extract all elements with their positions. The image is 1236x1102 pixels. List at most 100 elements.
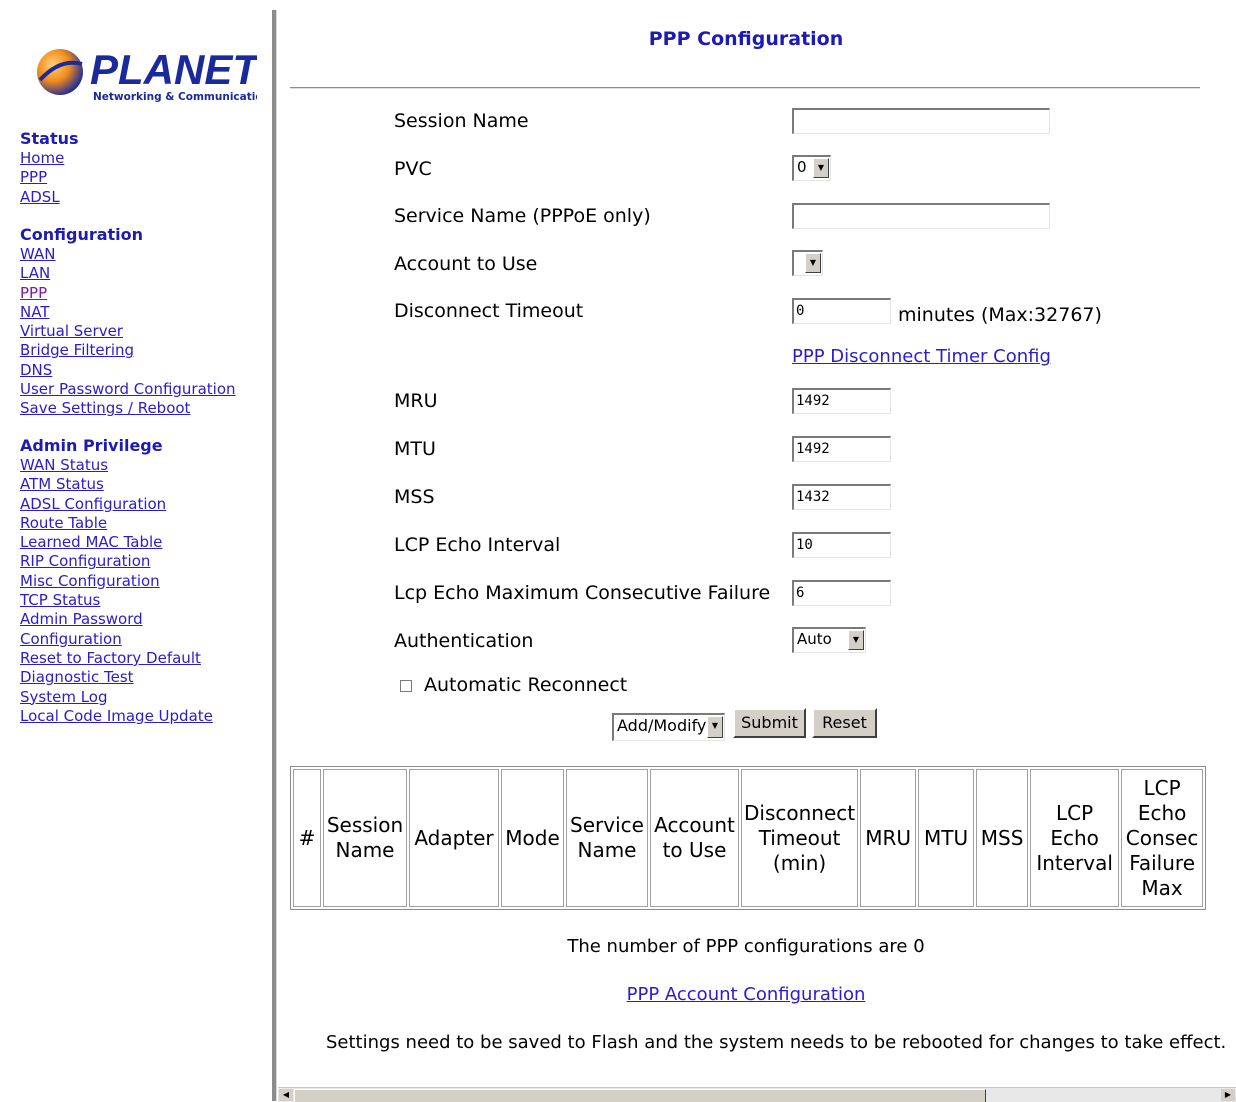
authentication-select[interactable]: Auto ▼ (792, 627, 866, 653)
nav-link-lan[interactable]: LAN (20, 264, 236, 283)
nav-admin-group: Admin Privilege WAN Status ATM Status AD… (20, 436, 213, 726)
nav-link-virtual-server[interactable]: Virtual Server (20, 322, 236, 341)
svg-text:PLANET: PLANET (90, 46, 257, 93)
authentication-dropdown-arrow-icon[interactable]: ▼ (848, 630, 864, 650)
title-divider (290, 87, 1200, 89)
auto-reconnect-checkbox[interactable] (400, 680, 412, 692)
main-frame: PPP Configuration Session Name PVC 0 ▼ S… (278, 10, 1236, 1101)
authentication-label: Authentication (394, 630, 534, 652)
mss-label: MSS (394, 486, 435, 508)
action-dropdown-arrow-icon[interactable]: ▼ (707, 716, 723, 738)
nav-link-dns[interactable]: DNS (20, 361, 236, 380)
nav-heading-admin: Admin Privilege (20, 436, 163, 455)
unit-suffix: ) (1094, 304, 1102, 326)
service-name-label: Service Name (PPPoE only) (394, 205, 651, 227)
mru-input[interactable]: 1492 (792, 388, 891, 414)
action-select[interactable]: Add/Modify ▼ (612, 713, 725, 741)
disconnect-timeout-label: Disconnect Timeout (394, 300, 584, 322)
action-value: Add/Modify (617, 716, 707, 735)
account-dropdown-arrow-icon[interactable]: ▼ (805, 253, 821, 273)
nav-link-adsl-configuration[interactable]: ADSL Configuration (20, 495, 213, 514)
nav-link-system-log[interactable]: System Log (20, 688, 213, 707)
nav-link-learned-mac[interactable]: Learned MAC Table (20, 533, 213, 552)
ppp-account-config-link[interactable]: PPP Account Configuration (627, 984, 866, 1005)
mtu-input[interactable]: 1492 (792, 436, 891, 462)
pvc-value: 0 (797, 158, 807, 176)
nav-heading-configuration: Configuration (20, 225, 144, 244)
account-select[interactable]: ▼ (792, 250, 823, 276)
nav-link-admin-password-configuration[interactable]: Configuration (20, 630, 213, 649)
scroll-right-arrow-icon[interactable]: ▶ (1221, 1089, 1235, 1101)
nav-link-code-image-update[interactable]: Local Code Image Update (20, 707, 213, 726)
nav-link-user-password[interactable]: User Password Configuration (20, 380, 236, 399)
scrollbar-thumb[interactable] (294, 1089, 986, 1102)
nav-link-adsl-status[interactable]: ADSL (20, 188, 79, 207)
disconnect-timeout-unit: minutes (Max:32767) (898, 304, 1102, 326)
disconnect-timer-config-link[interactable]: PPP Disconnect Timer Config (792, 346, 1051, 367)
submit-button[interactable]: Submit (733, 708, 806, 738)
ppp-account-config-link-row: PPP Account Configuration (278, 984, 1214, 1005)
svg-text:Networking & Communication: Networking & Communication (93, 91, 257, 103)
col-header-index: # (293, 769, 321, 907)
lcp-failure-label: Lcp Echo Maximum Consecutive Failure (394, 582, 771, 604)
col-header-mru: MRU (860, 769, 917, 907)
lcp-interval-input[interactable]: 10 (792, 532, 891, 558)
mtu-label: MTU (394, 438, 436, 460)
nav-status-group: Status Home PPP ADSL (20, 129, 79, 207)
nav-link-route-table[interactable]: Route Table (20, 514, 213, 533)
nav-link-wan[interactable]: WAN (20, 245, 236, 264)
mru-label: MRU (394, 390, 438, 412)
col-header-lcp-interval: LCP Echo Interval (1030, 769, 1120, 907)
nav-link-save-reboot[interactable]: Save Settings / Reboot (20, 399, 236, 418)
col-header-account: Account to Use (650, 769, 739, 907)
account-label: Account to Use (394, 253, 538, 275)
max-value: Max:32767 (988, 304, 1095, 326)
nav-link-wan-status[interactable]: WAN Status (20, 456, 213, 475)
ppp-config-table: # Session Name Adapter Mode Service Name… (290, 766, 1207, 910)
pvc-dropdown-arrow-icon[interactable]: ▼ (813, 158, 829, 178)
table-header-row: # Session Name Adapter Mode Service Name… (293, 769, 1204, 907)
col-header-lcp-failure: LCP Echo Consec Failure Max (1121, 769, 1204, 907)
col-header-mss: MSS (976, 769, 1029, 907)
authentication-value: Auto (797, 630, 832, 648)
nav-heading-status: Status (20, 129, 79, 148)
disconnect-timeout-input[interactable]: 0 (792, 298, 891, 324)
col-header-disconnect-timeout: Disconnect Timeout (min) (741, 769, 859, 907)
nav-link-admin-password[interactable]: Admin Password (20, 610, 213, 629)
nav-link-misc-configuration[interactable]: Misc Configuration (20, 572, 213, 591)
planet-logo-mark: PLANET Networking & Communication (37, 46, 270, 103)
nav-link-diagnostic-test[interactable]: Diagnostic Test (20, 668, 213, 687)
reset-button[interactable]: Reset (812, 708, 877, 738)
col-header-mtu: MTU (918, 769, 975, 907)
session-name-label: Session Name (394, 110, 529, 132)
scroll-left-arrow-icon[interactable]: ◀ (279, 1089, 293, 1101)
nav-link-tcp-status[interactable]: TCP Status (20, 591, 213, 610)
nav-configuration-group: Configuration WAN LAN PPP NAT Virtual Se… (20, 225, 236, 419)
page-title: PPP Configuration (648, 28, 844, 50)
auto-reconnect-label: Automatic Reconnect (424, 674, 628, 696)
nav-link-home[interactable]: Home (20, 149, 79, 168)
frame-divider[interactable] (272, 10, 277, 1101)
col-header-service-name: Service Name (566, 769, 648, 907)
mss-input[interactable]: 1432 (792, 484, 891, 510)
nav-link-atm-status[interactable]: ATM Status (20, 475, 213, 494)
nav-link-factory-reset[interactable]: Reset to Factory Default (20, 649, 213, 668)
service-name-input[interactable] (792, 203, 1050, 229)
nav-link-nat[interactable]: NAT (20, 303, 236, 322)
unit-prefix: minutes ( (898, 304, 989, 326)
session-name-input[interactable] (792, 108, 1050, 134)
col-header-session-name: Session Name (323, 769, 407, 907)
col-header-adapter: Adapter (409, 769, 499, 907)
lcp-failure-input[interactable]: 6 (792, 580, 891, 606)
pvc-label: PVC (394, 158, 432, 180)
ppp-count-text: The number of PPP configurations are 0 (567, 936, 925, 957)
horizontal-scrollbar[interactable]: ◀ ▶ (278, 1087, 1236, 1102)
nav-link-ppp-status[interactable]: PPP (20, 168, 79, 187)
nav-link-ppp-config[interactable]: PPP (20, 284, 236, 303)
lcp-interval-label: LCP Echo Interval (394, 534, 561, 556)
nav-link-rip-configuration[interactable]: RIP Configuration (20, 552, 213, 571)
planet-logo: PLANET Networking & Communication (32, 40, 270, 110)
col-header-mode: Mode (501, 769, 564, 907)
pvc-select[interactable]: 0 ▼ (792, 155, 831, 181)
nav-link-bridge-filtering[interactable]: Bridge Filtering (20, 341, 236, 360)
